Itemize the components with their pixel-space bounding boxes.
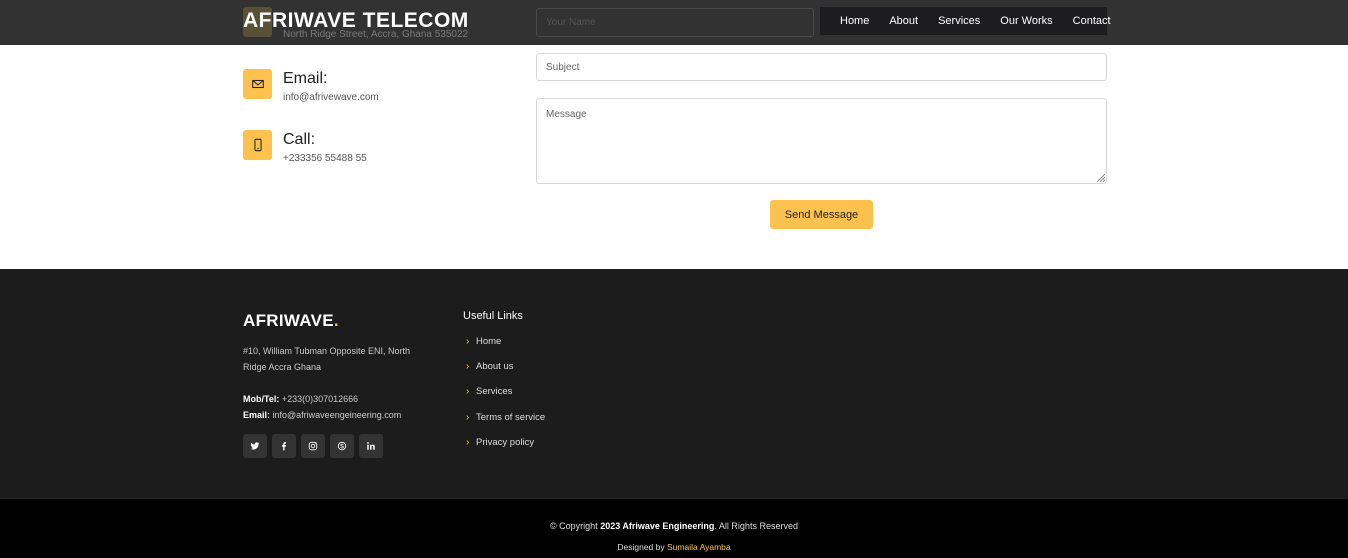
email-value: info@afrivewave.com <box>283 92 379 103</box>
phone-icon <box>243 130 272 160</box>
facebook-icon[interactable] <box>272 434 296 458</box>
nav-contact[interactable]: Contact <box>1073 15 1111 27</box>
call-value: +233356 55488 55 <box>283 153 367 164</box>
envelope-icon <box>243 69 272 99</box>
name-input[interactable]: Your Name <box>536 8 814 37</box>
designer-credit: Designed by Sumaila Ayamba <box>0 542 1348 552</box>
footer-link-label: About us <box>476 361 514 372</box>
copyright-bar: © Copyright 2023 Afriwave Engineering. A… <box>0 498 1348 558</box>
call-title: Call: <box>283 131 316 148</box>
nav-about[interactable]: About <box>889 15 918 27</box>
footer-phone: Mob/Tel: +233(0)307012666 <box>243 394 358 404</box>
chevron-right-icon: › <box>466 412 470 423</box>
footer-brand-text: AFRIWAVE <box>243 311 334 330</box>
footer-email: Email: info@afriwaveengeineering.com <box>243 410 401 420</box>
footer-link-label: Terms of service <box>476 412 546 423</box>
nav-home[interactable]: Home <box>840 15 869 27</box>
chevron-right-icon: › <box>466 386 470 397</box>
copyright-prefix: © Copyright <box>550 521 598 531</box>
footer-link-label: Services <box>476 386 513 397</box>
footer-phone-value: +233(0)307012666 <box>281 394 359 404</box>
designer-link[interactable]: Sumaila Ayamba <box>667 542 731 552</box>
site-header: North Ridge Street, Accra, Ghana 535022 … <box>0 0 1348 45</box>
send-message-button[interactable]: Send Message <box>770 200 873 229</box>
social-links <box>243 434 383 458</box>
chevron-right-icon: › <box>466 361 470 372</box>
linkedin-icon[interactable] <box>359 434 383 458</box>
resize-grip-icon[interactable] <box>1095 172 1105 182</box>
skype-icon[interactable] <box>330 434 354 458</box>
copyright-suffix: . All Rights Reserved <box>714 521 798 531</box>
footer-phone-label: Mob/Tel: <box>243 394 280 404</box>
copyright-company: 2023 Afriwave Engineering <box>600 521 715 531</box>
footer-link-privacy[interactable]: › Privacy policy <box>466 437 534 448</box>
footer-link-services[interactable]: › Services <box>466 386 512 397</box>
footer-link-about[interactable]: › About us <box>466 361 514 372</box>
footer-brand: AFRIWAVE. <box>243 311 339 331</box>
email-title: Email: <box>283 70 328 87</box>
footer-email-value: info@afriwaveengeineering.com <box>272 410 402 420</box>
site-footer: AFRIWAVE. #10, William Tubman Opposite E… <box>0 269 1348 498</box>
footer-link-label: Privacy policy <box>476 437 535 448</box>
footer-link-label: Home <box>476 336 502 347</box>
twitter-icon[interactable] <box>243 434 267 458</box>
nav-services[interactable]: Services <box>938 15 980 27</box>
copyright-text: © Copyright 2023 Afriwave Engineering. A… <box>0 521 1348 531</box>
nav-our-works[interactable]: Our Works <box>1000 15 1052 27</box>
instagram-icon[interactable] <box>301 434 325 458</box>
main-nav: Home About Services Our Works Contact <box>820 7 1111 35</box>
footer-link-terms[interactable]: › Terms of service <box>466 412 545 423</box>
footer-brand-dot: . <box>333 311 339 330</box>
useful-links-title: Useful Links <box>463 310 523 322</box>
footer-address-line1: #10, William Tubman Opposite ENI, North <box>243 346 411 356</box>
chevron-right-icon: › <box>466 437 470 448</box>
footer-link-home[interactable]: › Home <box>466 336 501 347</box>
chevron-right-icon: › <box>466 336 470 347</box>
footer-address-line2: Ridge Accra Ghana <box>243 362 322 372</box>
message-textarea[interactable] <box>536 98 1107 184</box>
site-logo[interactable]: AFRIWAVE TELECOM <box>243 9 469 33</box>
footer-email-label: Email: <box>243 410 271 420</box>
designed-by-label: Designed by <box>617 542 665 552</box>
subject-input[interactable] <box>536 53 1107 81</box>
